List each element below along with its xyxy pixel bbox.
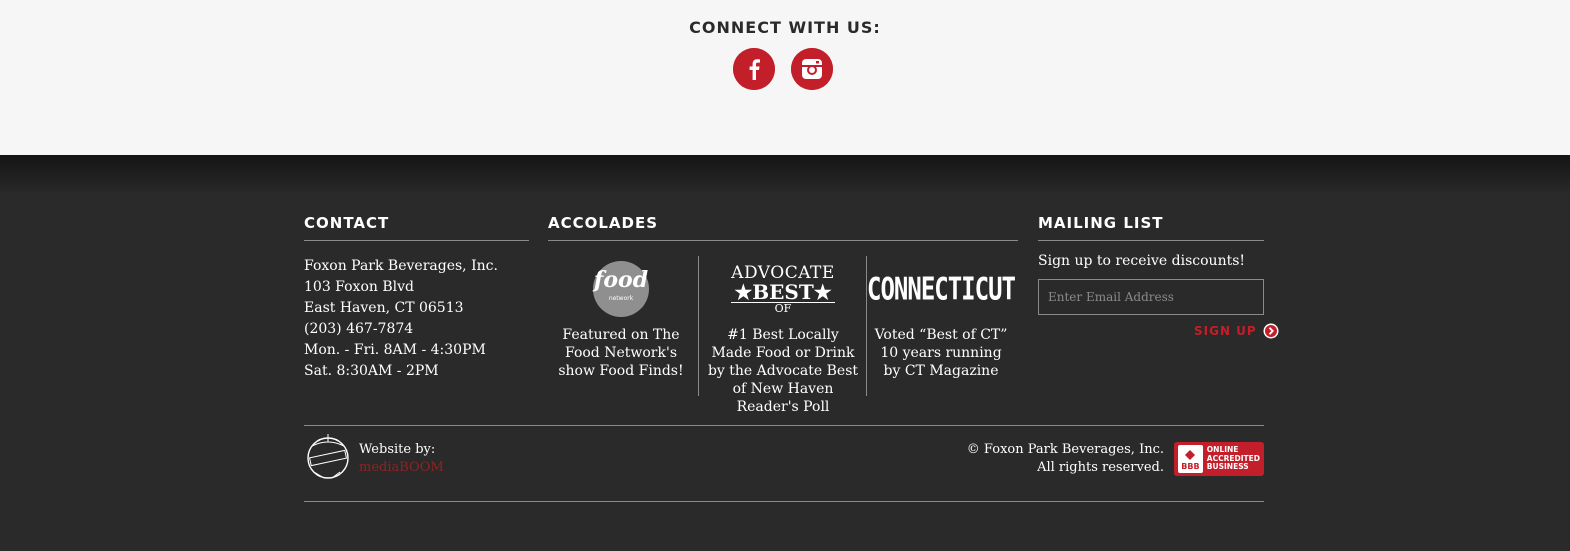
copyright: © Foxon Park Beverages, Inc. All rights … (967, 441, 1164, 477)
footer-shadow (0, 155, 1570, 195)
accolade-food-network: food network Featured on The Food Networ… (548, 256, 694, 380)
contact-city: East Haven, CT 06513 (304, 300, 464, 316)
mediaboom-logo-icon[interactable] (304, 432, 352, 480)
accolades-divider (698, 256, 699, 396)
contact-hours-weekday: Mon. - Fri. 8AM - 4:30PM (304, 342, 486, 358)
signup-button[interactable]: SIGN UP (1194, 323, 1279, 339)
social-links (733, 48, 833, 90)
contact-phone[interactable]: (203) 467-7874 (304, 319, 498, 340)
connect-title: CONNECT WITH US: (689, 18, 881, 37)
mailing-rule (1038, 240, 1264, 241)
advocate-best-of-logo: ADVOCATE ★BEST★ OF (731, 262, 835, 315)
bbb-accredited-badge[interactable]: BBB ONLINE ACCREDITED BUSINESS (1174, 442, 1264, 476)
mediaboom-link[interactable]: mediaBOOM (359, 460, 444, 475)
copyright-line-2: All rights reserved. (1037, 460, 1164, 475)
signup-label: SIGN UP (1194, 324, 1257, 338)
website-credit: Website by: mediaBOOM (359, 441, 444, 477)
contact-company: Foxon Park Beverages, Inc. (304, 258, 498, 274)
facebook-icon (749, 59, 760, 80)
accolades-rule (548, 240, 1018, 241)
contact-rule (304, 240, 529, 241)
footer-bottom-rule (304, 501, 1264, 502)
mailing-heading: MAILING LIST (1038, 214, 1164, 232)
accolade-food-network-text: Featured on The Food Network's show Food… (558, 327, 684, 379)
contact-info: Foxon Park Beverages, Inc. 103 Foxon Blv… (304, 256, 498, 382)
accolade-ct-magazine-text: Voted “Best of CT” 10 years running by C… (874, 327, 1008, 379)
accolade-advocate-text: #1 Best Locally Made Food or Drink by th… (707, 327, 859, 415)
email-input[interactable] (1038, 279, 1264, 315)
bbb-seal-icon: BBB (1178, 445, 1203, 473)
website-by-label: Website by: (359, 442, 436, 457)
arrow-circle-right-icon (1263, 323, 1279, 339)
contact-hours-saturday: Sat. 8:30AM - 2PM (304, 363, 439, 379)
mailing-description: Sign up to receive discounts! (1038, 253, 1246, 269)
connecticut-magazine-logo: CONNECTICUT (867, 270, 1016, 308)
instagram-icon (802, 59, 822, 79)
facebook-link[interactable] (733, 48, 775, 90)
accolade-ct-magazine: CONNECTICUT Voted “Best of CT” 10 years … (867, 256, 1016, 380)
accolades-heading: ACCOLADES (548, 214, 659, 232)
instagram-link[interactable] (791, 48, 833, 90)
contact-heading: CONTACT (304, 214, 390, 232)
footer-top-rule (304, 425, 1264, 426)
contact-street: 103 Foxon Blvd (304, 279, 414, 295)
food-network-logo: food network (593, 261, 649, 317)
connect-section: CONNECT WITH US: (0, 0, 1570, 155)
copyright-line-1: © Foxon Park Beverages, Inc. (966, 442, 1164, 457)
accolade-advocate: ADVOCATE ★BEST★ OF #1 Best Locally Made … (706, 256, 860, 416)
